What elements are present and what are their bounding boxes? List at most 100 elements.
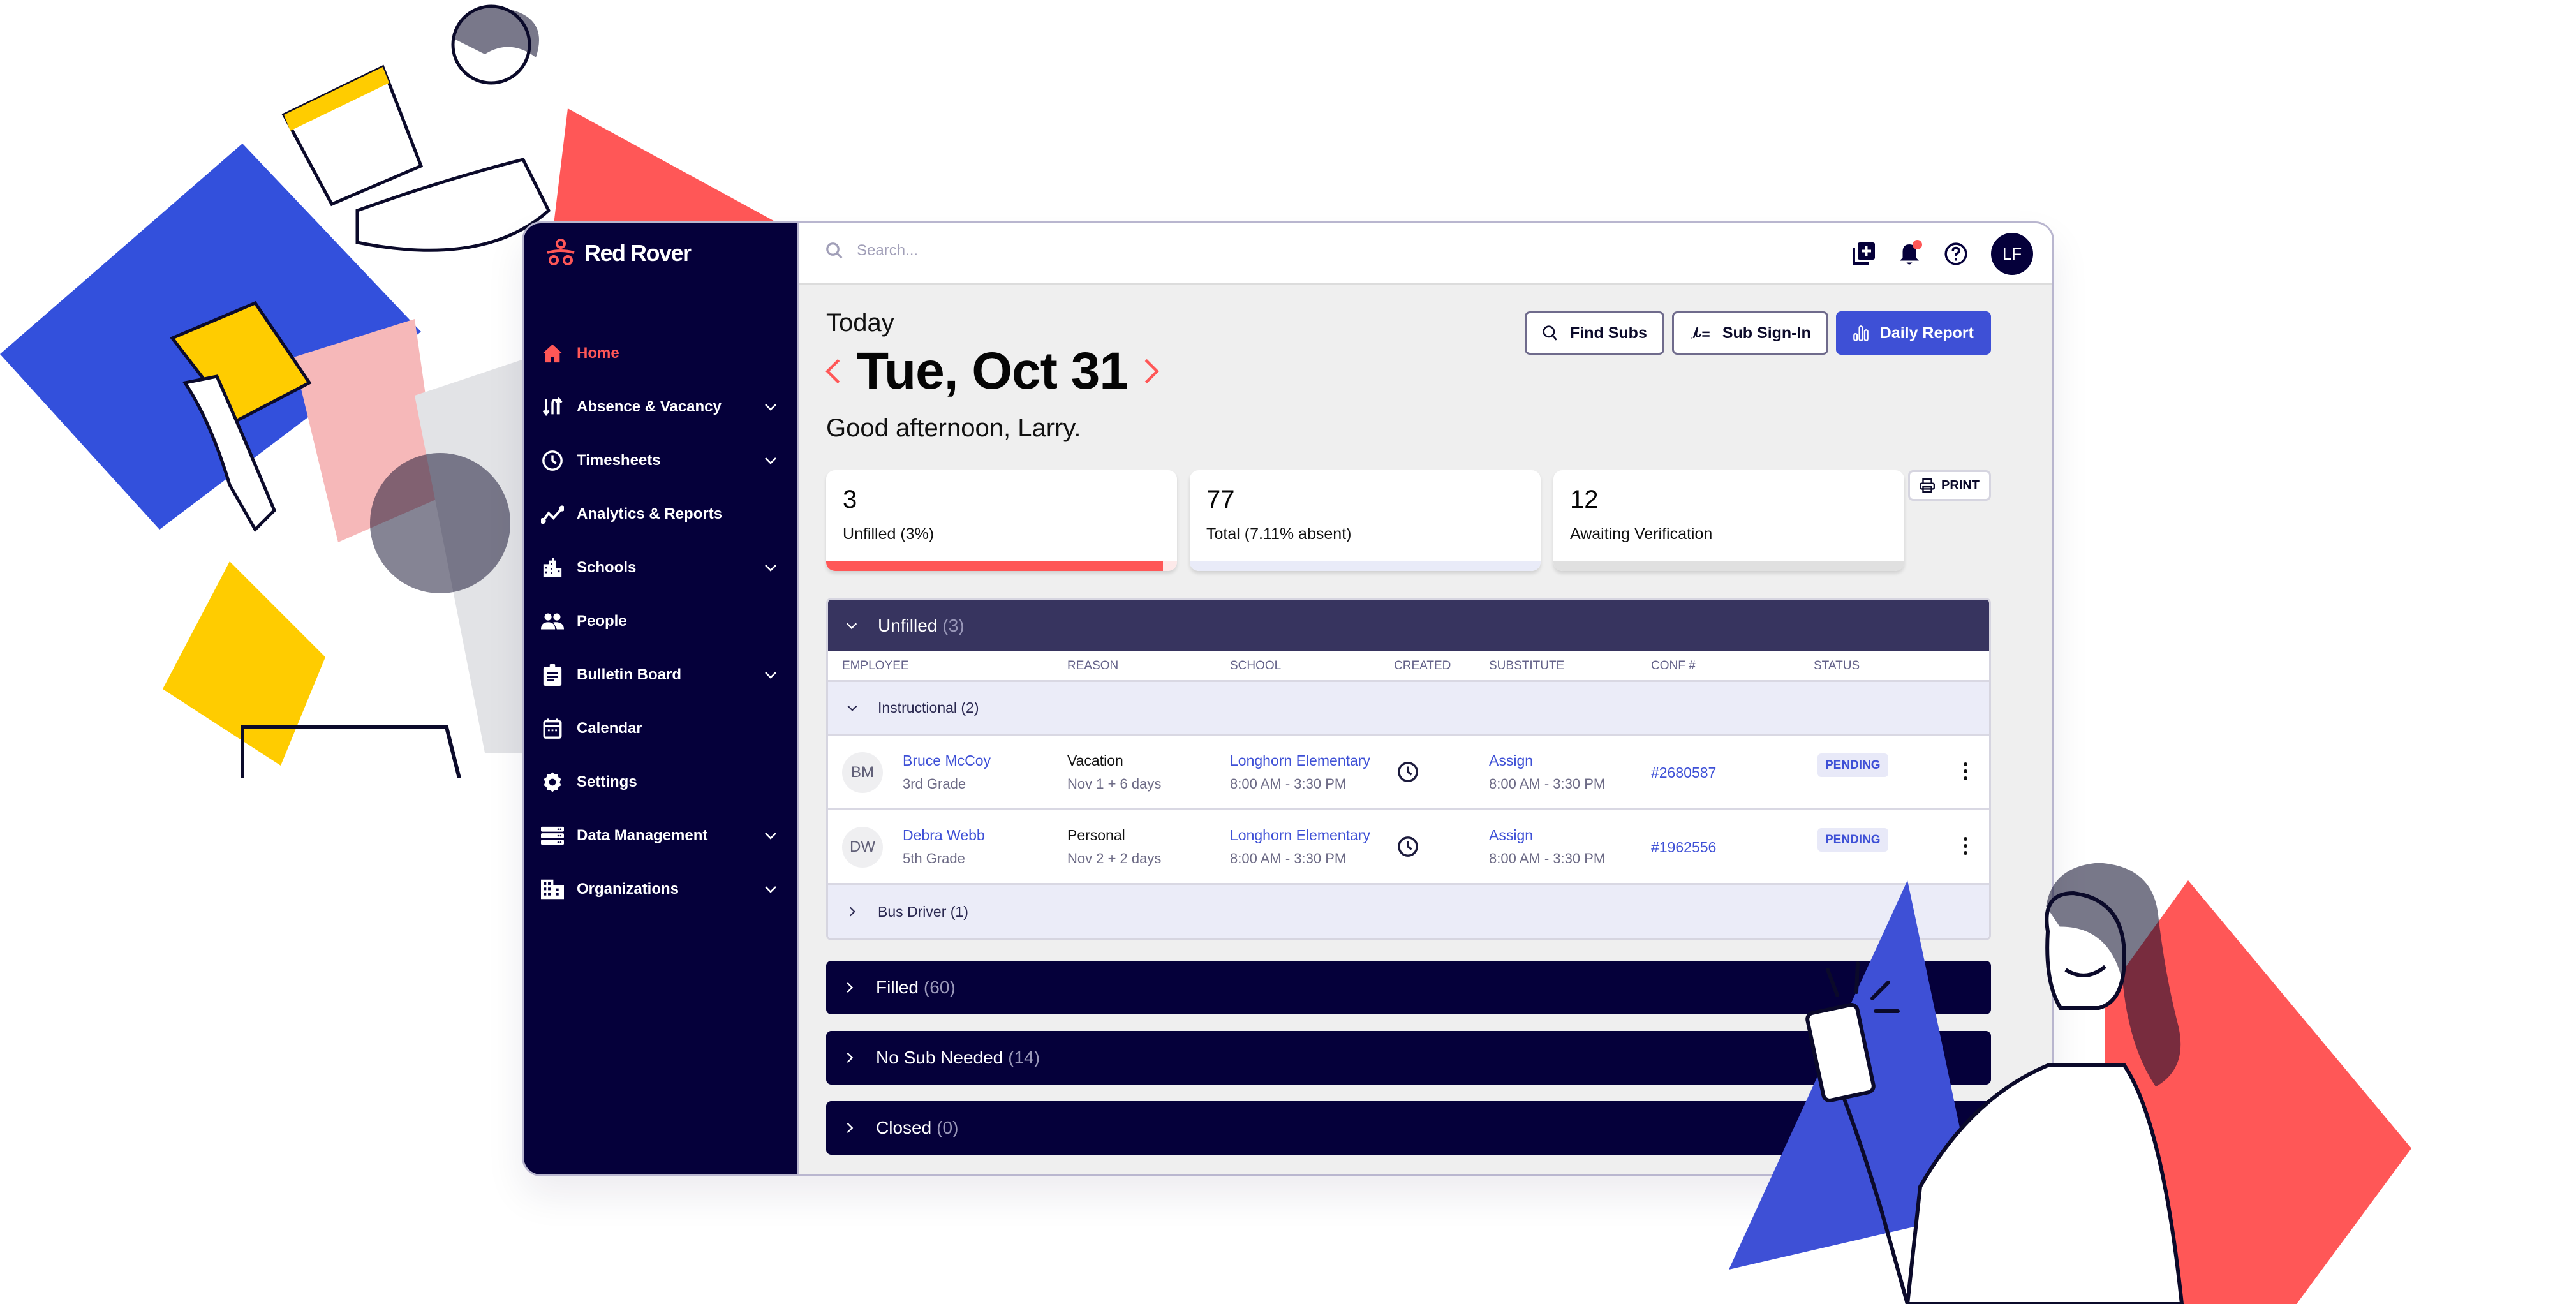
red-diamond [2105,880,2411,1304]
top-bar: LF [799,223,2052,285]
gear-icon [541,771,564,794]
column-header-substitute[interactable]: SUBSTITUTE [1489,659,1564,673]
previous-day-chevron-icon[interactable] [824,357,843,385]
chevron-down-icon[interactable] [763,882,778,897]
person-hair-top [453,8,539,57]
filled-section-header[interactable]: Filled (60) [826,961,1991,1014]
notification-dot [1913,240,1922,249]
column-header-school[interactable]: SCHOOL [1230,659,1281,673]
no-sub-needed-section-header[interactable]: No Sub Needed (14) [826,1031,1991,1085]
search-input[interactable] [857,242,1240,260]
column-header-created[interactable]: CREATED [1394,659,1451,673]
clock-icon [541,449,564,472]
sidebar-item-bulletin-board[interactable]: Bulletin Board [524,648,797,702]
find-subs-button[interactable]: Find Subs [1525,311,1664,355]
chevron-down-icon[interactable] [763,399,778,415]
sidebar-item-settings[interactable]: Settings [524,755,797,809]
group-row-instructional[interactable]: Instructional (2) [828,682,1989,736]
organization-icon [541,878,564,901]
sidebar-item-label: Timesheets [577,452,661,469]
chevron-right-icon [847,1052,854,1063]
sidebar-item-label: Schools [577,559,637,576]
sidebar-item-schools[interactable]: Schools [524,541,797,595]
marketing-stage: Red Rover Home Absence & Vacancy Timeshe… [0,0,2576,1304]
more-options-icon[interactable] [1959,837,1972,855]
next-day-chevron-icon[interactable] [1142,357,1161,385]
sub-sign-in-label: Sub Sign-In [1722,323,1811,342]
person-hair [2046,863,2181,1087]
column-header-reason[interactable]: REASON [1067,659,1118,673]
greeting: Good afternoon, Larry. [826,414,1081,442]
bar-chart-icon [1853,325,1869,341]
help-icon[interactable] [1944,242,1968,266]
sub-sign-in-button[interactable]: Sub Sign-In [1671,311,1828,355]
employee-name-link[interactable]: Bruce McCoy [903,752,991,769]
closed-section: Closed (0) [826,1101,1991,1155]
assign-substitute-link[interactable]: Assign [1489,752,1605,769]
clock-icon[interactable] [1397,836,1419,857]
section-count: (14) [1008,1048,1040,1067]
add-box-icon[interactable] [1852,242,1875,265]
school-link[interactable]: Longhorn Elementary [1230,752,1370,769]
daily-report-button[interactable]: Daily Report [1835,311,1991,355]
sidebar-item-data-management[interactable]: Data Management [524,809,797,863]
stat-card-total[interactable]: 77 Total (7.11% absent) [1190,470,1541,571]
notifications-button[interactable] [1898,240,1922,267]
section-title: Closed [876,1118,932,1137]
chevron-down-icon [846,623,857,629]
sidebar-item-home[interactable]: Home [524,327,797,380]
sidebar-item-timesheets[interactable]: Timesheets [524,434,797,487]
chevron-down-icon[interactable] [763,453,778,468]
column-header-status[interactable]: STATUS [1814,659,1860,673]
desk [241,725,461,778]
closed-section-header[interactable]: Closed (0) [826,1101,1991,1155]
group-row-bus-driver[interactable]: Bus Driver (1) [828,885,1989,938]
section-count: (60) [923,977,956,997]
clock-icon[interactable] [1397,761,1419,783]
column-header-conf[interactable]: CONF # [1651,659,1696,673]
created-cell [1397,761,1419,786]
employee-cell: Bruce McCoy 3rd Grade [903,752,991,792]
chevron-down-icon[interactable] [763,560,778,575]
person-body-top [355,158,551,252]
stat-card-awaiting-verification[interactable]: 12 Awaiting Verification [1553,470,1904,571]
absence-dates: Nov 1 + 6 days [1067,776,1162,792]
sidebar-item-label: Home [577,345,619,362]
sidebar-item-absence-vacancy[interactable]: Absence & Vacancy [524,380,797,434]
column-header-employee[interactable]: EMPLOYEE [842,659,909,673]
chevron-down-icon[interactable] [763,828,778,843]
sidebar-item-people[interactable]: People [524,595,797,648]
sidebar-item-calendar[interactable]: Calendar [524,702,797,755]
employee-avatar: DW [842,827,883,868]
brand-logo[interactable]: Red Rover [545,237,692,269]
sidebar-item-label: Absence & Vacancy [577,398,722,415]
status-cell: PENDING [1817,828,1888,852]
stat-card-unfilled[interactable]: 3 Unfilled (3%) [826,470,1177,571]
employee-cell: Debra Webb 5th Grade [903,827,985,867]
confirmation-number-link[interactable]: #2680587 [1651,764,1716,782]
stat-label: Total (7.11% absent) [1206,525,1352,543]
user-avatar[interactable]: LF [1991,233,2033,275]
assign-substitute-link[interactable]: Assign [1489,827,1605,844]
school-link[interactable]: Longhorn Elementary [1230,827,1370,844]
employee-name-link[interactable]: Debra Webb [903,827,985,844]
confirmation-number-link[interactable]: #1962556 [1651,839,1716,856]
section-title: Filled [876,977,919,997]
more-options-icon[interactable] [1959,762,1972,780]
print-button[interactable]: PRINT [1908,470,1991,501]
school-time: 8:00 AM - 3:30 PM [1230,776,1347,792]
chevron-right-icon [847,1122,854,1134]
unfilled-section-header[interactable]: Unfilled (3) [828,600,1989,651]
school-cell: Longhorn Elementary 8:00 AM - 3:30 PM [1230,827,1370,867]
clipboard-icon [541,663,564,686]
sidebar-item-analytics-reports[interactable]: Analytics & Reports [524,487,797,541]
status-cell: PENDING [1817,753,1888,777]
employee-position: 5th Grade [903,850,965,866]
sidebar-item-organizations[interactable]: Organizations [524,863,797,916]
stat-progress-track [826,561,1177,571]
date-navigator: Tue, Oct 31 [824,341,1161,401]
main-area: LF Today Tue, Oct 31 Good afternoon, Lar… [799,223,2052,1174]
substitute-time: 8:00 AM - 3:30 PM [1489,850,1606,866]
chevron-down-icon[interactable] [763,667,778,683]
employee-avatar: BM [842,752,883,793]
